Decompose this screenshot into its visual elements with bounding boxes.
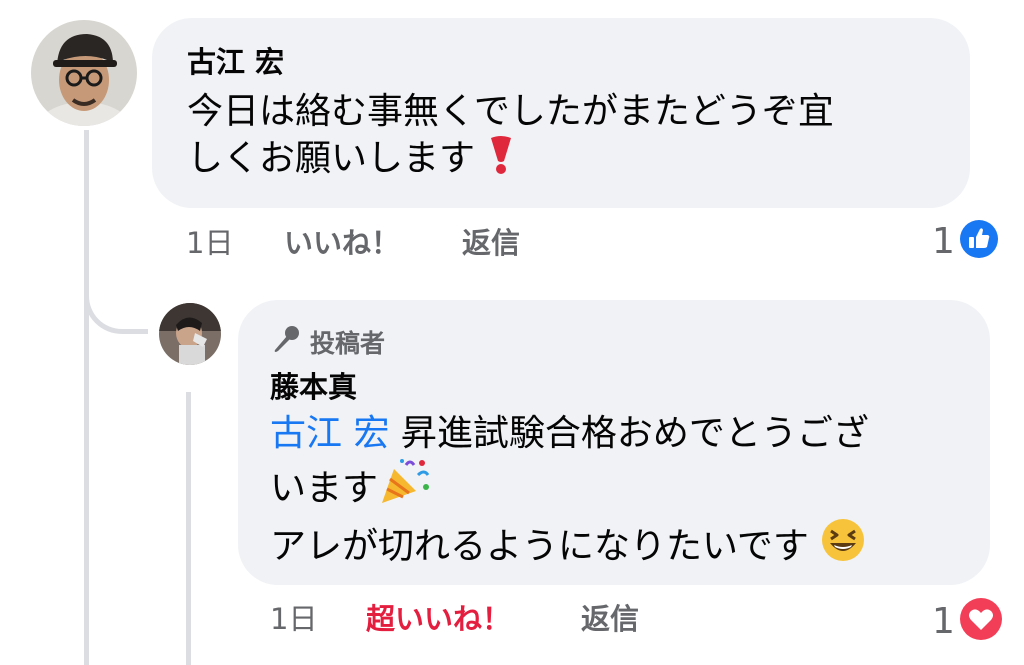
reply-timestamp[interactable]: 1日 — [270, 602, 317, 636]
comment-timestamp[interactable]: 1日 — [186, 226, 233, 260]
reaction-count: 1 — [932, 600, 955, 642]
avatar[interactable] — [159, 303, 221, 365]
reply-button[interactable]: 返信 — [462, 226, 520, 260]
reply-button[interactable]: 返信 — [581, 602, 639, 636]
like-reaction-icon — [959, 219, 999, 263]
grinning-squinting-face-emoji — [820, 517, 866, 575]
comment-author[interactable]: 古江 宏 — [187, 45, 284, 79]
heavy-exclamation-mark-emoji — [486, 135, 516, 187]
love-reaction-icon — [959, 597, 1003, 645]
like-button[interactable]: いいね！ — [284, 226, 400, 260]
comment-text-line: 今日は絡む事無くでしたがまたどうぞ宜 — [187, 91, 834, 132]
comment-text-line: しくお願いします — [187, 138, 476, 179]
reaction-summary[interactable]: 1 — [932, 597, 1003, 645]
reply-text-line: アレが切れるようになりたいです — [270, 526, 809, 567]
comment-text: 今日は絡む事無くでしたがまたどうぞ宜 しくお願いします — [187, 88, 967, 187]
author-badge-label: 投稿者 — [310, 329, 386, 358]
microphone-icon — [270, 323, 302, 361]
reply-text: 古江 宏 昇進試験合格おめでとうござ います アレが切れるようになりたいです — [270, 410, 990, 575]
reply-author[interactable]: 藤本真 — [270, 370, 357, 404]
love-reaction-button[interactable]: 超いいね！ — [366, 602, 511, 636]
mention-link[interactable]: 古江 宏 — [270, 413, 389, 454]
reply-text-line: 昇進試験合格おめでとうござ — [389, 413, 869, 454]
party-popper-emoji — [378, 457, 432, 517]
avatar[interactable] — [31, 20, 137, 126]
reaction-count: 1 — [932, 220, 955, 262]
author-badge: 投稿者 — [270, 324, 385, 360]
thread-line — [84, 130, 89, 665]
reply-connector-line — [84, 260, 148, 334]
reply-thread-line — [186, 392, 191, 665]
reaction-summary[interactable]: 1 — [932, 219, 999, 263]
reply-text-line: います — [270, 468, 379, 509]
